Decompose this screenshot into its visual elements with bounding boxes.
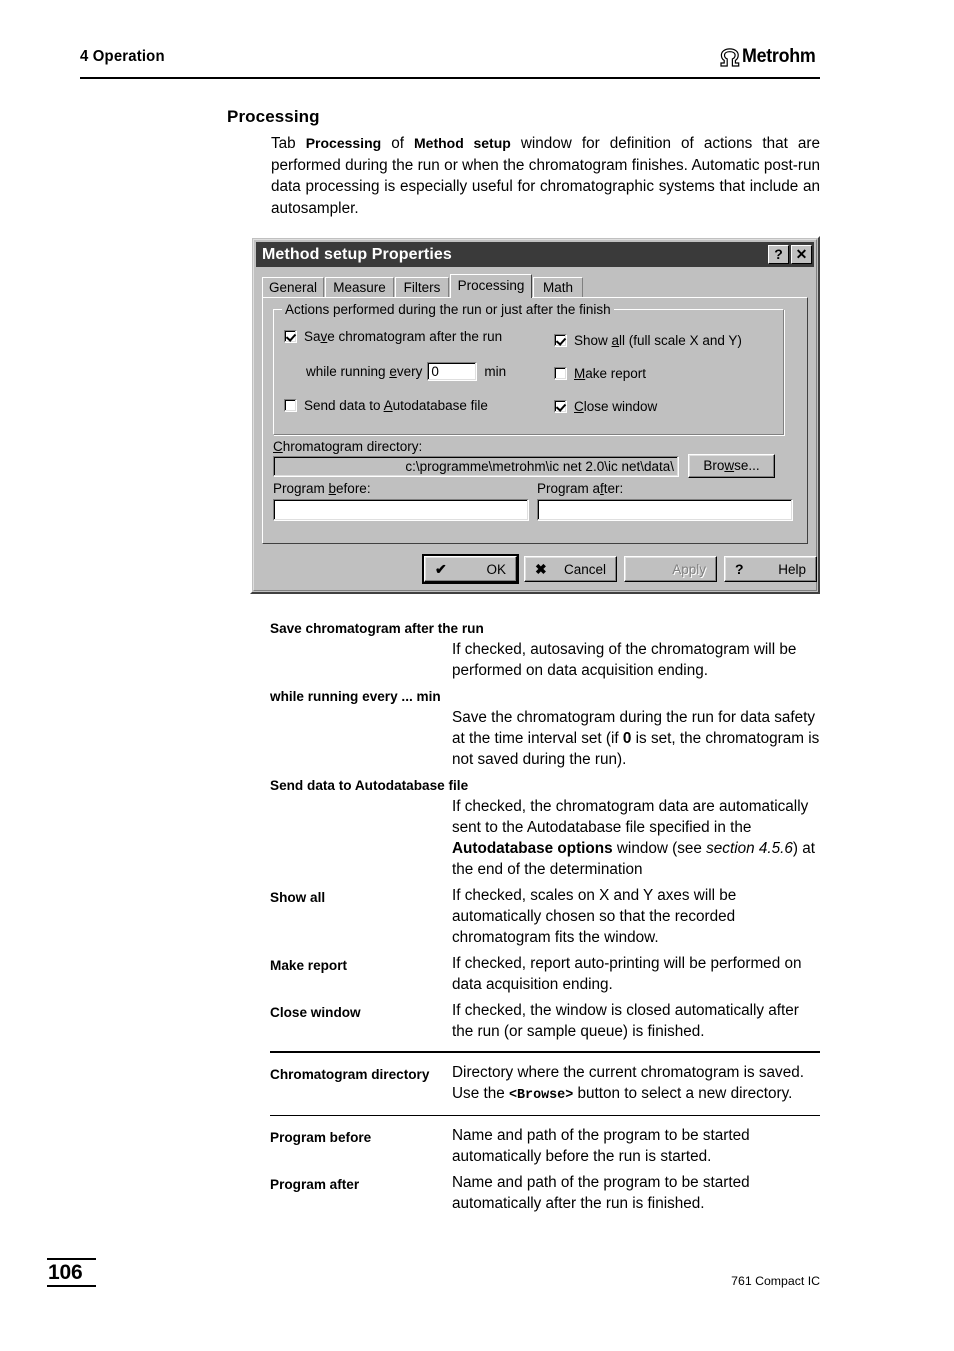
definition-description: If checked, autosaving of the chromatogr… bbox=[452, 641, 797, 679]
help-titlebar-icon[interactable]: ? bbox=[768, 245, 789, 264]
page-number: 106 bbox=[48, 1261, 83, 1284]
definition-term: Show all bbox=[270, 890, 326, 905]
page-title: Processing bbox=[227, 107, 320, 126]
header-chapter-title: 4 Operation bbox=[80, 48, 165, 65]
definition-term: Chromatogram directory bbox=[270, 1066, 430, 1082]
page-number-block: 106 bbox=[47, 1258, 96, 1287]
tab-processing[interactable]: Processing bbox=[450, 274, 532, 298]
tab-measure[interactable]: Measure bbox=[325, 277, 394, 297]
checkbox-show-all-box[interactable] bbox=[554, 334, 567, 347]
definition-term: while running every ... min bbox=[270, 689, 441, 704]
interval-label: while running every bbox=[306, 364, 423, 379]
cross-icon: ✖ bbox=[535, 560, 547, 577]
checkbox-make-report-label: Make report bbox=[574, 366, 647, 381]
checkbox-send-autodatabase[interactable]: Send data to Autodatabase file bbox=[284, 398, 488, 413]
checkbox-save-chromatogram-box[interactable] bbox=[284, 330, 297, 343]
metrohm-logo-text: Metrohm bbox=[741, 46, 816, 67]
checkbox-close-window-label: Close window bbox=[574, 399, 658, 414]
tab-math[interactable]: Math bbox=[533, 277, 583, 297]
parameter-definition-list: Save chromatogram after the run If check… bbox=[270, 618, 820, 1214]
page-header: 4 Operation Metrohm bbox=[80, 46, 820, 80]
header-divider bbox=[80, 77, 820, 79]
apply-button-label: Apply bbox=[672, 561, 706, 577]
program-before-label: Program before: bbox=[273, 481, 371, 496]
definition-description: If checked, the window is closed automat… bbox=[452, 1002, 799, 1040]
definition-term: Make report bbox=[270, 958, 348, 973]
definition-row-close-window: Close window If checked, the window is c… bbox=[270, 1000, 820, 1042]
checkbox-send-autodatabase-box[interactable] bbox=[284, 399, 297, 412]
chromatogram-directory-label: Chromatogram directory: bbox=[273, 439, 423, 454]
dialog-tabstrip: General Measure Filters Processing Math bbox=[262, 274, 808, 298]
dialog-titlebar: Method setup Properties ? ✕ bbox=[256, 242, 814, 267]
checkbox-save-chromatogram-label: Save chromatogram after the run bbox=[304, 329, 503, 344]
processing-tab-panel: Actions performed during the run or just… bbox=[262, 297, 808, 544]
definition-row-show-all: Show all If checked, scales on X and Y a… bbox=[270, 885, 820, 948]
apply-button[interactable]: Apply bbox=[624, 556, 717, 582]
definition-term: Send data to Autodatabase file bbox=[270, 778, 469, 793]
program-after-label: Program after: bbox=[537, 481, 624, 496]
definition-block-while-running: while running every ... min Save the chr… bbox=[270, 686, 820, 770]
intro-paragraph: Tab Processing of Method setup window fo… bbox=[271, 133, 820, 219]
definition-row-program-after: Program after Name and path of the progr… bbox=[270, 1172, 820, 1214]
definition-term: Program before bbox=[270, 1130, 372, 1146]
method-setup-dialog: Method setup Properties ? ✕ General Meas… bbox=[250, 236, 820, 594]
interval-row: while running every 0 min bbox=[306, 362, 506, 381]
footer-document-name: 761 Compact IC bbox=[731, 1274, 820, 1288]
intro-prefix: Tab bbox=[271, 135, 306, 152]
definition-description: If checked, report auto-printing will be… bbox=[452, 955, 802, 993]
definition-description: If checked, scales on X and Y axes will … bbox=[452, 887, 737, 946]
definition-description: Save the chromatogram during the run for… bbox=[452, 709, 820, 768]
checkbox-close-window[interactable]: Close window bbox=[554, 399, 657, 414]
intro-mid: of bbox=[381, 135, 415, 152]
chromatogram-directory-field[interactable]: c:\programme\metrohm\ic net 2.0\ic net\d… bbox=[273, 456, 679, 477]
interval-input[interactable]: 0 bbox=[427, 362, 478, 381]
checkbox-close-window-box[interactable] bbox=[554, 400, 567, 413]
intro-tab-name: Processing bbox=[305, 135, 382, 151]
dialog-title: Method setup Properties bbox=[262, 245, 452, 263]
definition-description: Name and path of the program to be start… bbox=[452, 1174, 750, 1213]
page-footer: 106 761 Compact IC bbox=[47, 1258, 820, 1298]
metrohm-logo: Metrohm bbox=[720, 46, 820, 68]
actions-groupbox-legend: Actions performed during the run or just… bbox=[282, 302, 614, 317]
cancel-button-label: Cancel bbox=[563, 561, 606, 577]
dialog-button-bar: ✔ OK ✖ Cancel Apply ? Help bbox=[262, 554, 817, 584]
interval-unit-label: min bbox=[484, 364, 507, 379]
definition-term: Save chromatogram after the run bbox=[270, 621, 484, 636]
program-after-input[interactable] bbox=[537, 499, 793, 521]
question-icon: ? bbox=[735, 561, 744, 577]
checkbox-save-chromatogram[interactable]: Save chromatogram after the run bbox=[284, 329, 502, 344]
definition-row-chromatogram-directory: Chromatogram directory Directory where t… bbox=[270, 1062, 820, 1106]
check-icon: ✔ bbox=[435, 560, 447, 577]
help-button-label: Help bbox=[778, 561, 806, 577]
definition-row-make-report: Make report If checked, report auto-prin… bbox=[270, 953, 820, 995]
intro-window-name: Method setup bbox=[414, 135, 511, 151]
definition-description: Directory where the current chromatogram… bbox=[452, 1063, 804, 1103]
ok-button-label: OK bbox=[486, 561, 506, 577]
tab-general[interactable]: General bbox=[262, 277, 324, 297]
program-before-input[interactable] bbox=[273, 499, 529, 521]
actions-groupbox: Actions performed during the run or just… bbox=[273, 302, 785, 436]
close-icon[interactable]: ✕ bbox=[791, 245, 812, 264]
tab-filters[interactable]: Filters bbox=[395, 277, 449, 297]
definition-block-send-autodatabase: Send data to Autodatabase file If checke… bbox=[270, 775, 820, 880]
definition-description: If checked, the chromatogram data are au… bbox=[452, 798, 816, 878]
checkbox-show-all-label: Show all (full scale X and Y) bbox=[574, 333, 742, 348]
checkbox-make-report-box[interactable] bbox=[554, 367, 567, 380]
ok-button[interactable]: ✔ OK bbox=[422, 554, 519, 584]
definition-row-program-before: Program before Name and path of the prog… bbox=[270, 1125, 820, 1167]
checkbox-send-autodatabase-label: Send data to Autodatabase file bbox=[304, 398, 488, 413]
cancel-button[interactable]: ✖ Cancel bbox=[524, 556, 617, 582]
checkbox-show-all[interactable]: Show all (full scale X and Y) bbox=[554, 333, 742, 348]
browse-button[interactable]: Browse... bbox=[688, 454, 775, 478]
help-button[interactable]: ? Help bbox=[724, 556, 817, 582]
definition-term: Program after bbox=[270, 1177, 360, 1193]
omega-arch-icon bbox=[720, 47, 740, 67]
definition-description: Name and path of the program to be start… bbox=[452, 1127, 750, 1166]
checkbox-make-report[interactable]: Make report bbox=[554, 366, 646, 381]
definition-term: Close window bbox=[270, 1005, 361, 1020]
page-number-rule-bottom bbox=[47, 1285, 96, 1287]
definition-block-save-chromatogram: Save chromatogram after the run If check… bbox=[270, 618, 820, 681]
